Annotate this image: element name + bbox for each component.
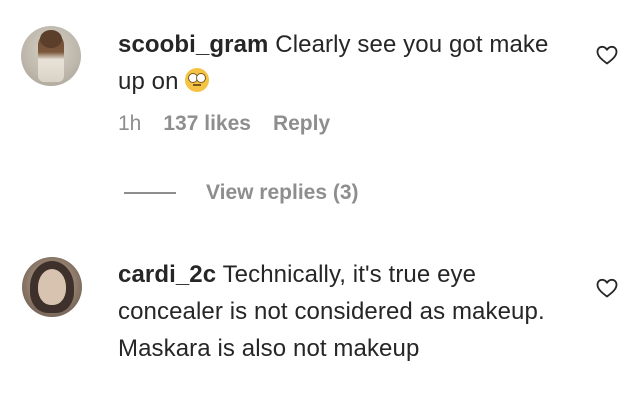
avatar[interactable]: [21, 26, 81, 86]
comment-meta: 1h 137 likes Reply: [118, 112, 330, 136]
comment-username[interactable]: scoobi_gram: [118, 31, 268, 58]
heart-outline-icon[interactable]: [595, 276, 619, 300]
comment-username[interactable]: cardi_2c: [118, 261, 216, 288]
view-replies-label: View replies (3): [206, 181, 359, 204]
avatar[interactable]: [22, 257, 82, 317]
comment-likes[interactable]: 137 likes: [163, 112, 251, 136]
avatar-face: [38, 269, 66, 305]
heart-outline-icon[interactable]: [595, 43, 619, 67]
comment-body: scoobi_gram Clearly see you got make up …: [118, 26, 578, 100]
reply-button[interactable]: Reply: [273, 112, 330, 136]
rolling-eyes-emoji-icon: [185, 68, 210, 92]
comment-time: 1h: [118, 112, 142, 135]
view-replies-button[interactable]: View replies (3): [124, 181, 359, 205]
replies-divider: [124, 192, 176, 194]
avatar-dog-head: [40, 30, 62, 48]
comment-body: cardi_2c Technically, it's true eye conc…: [118, 256, 578, 367]
